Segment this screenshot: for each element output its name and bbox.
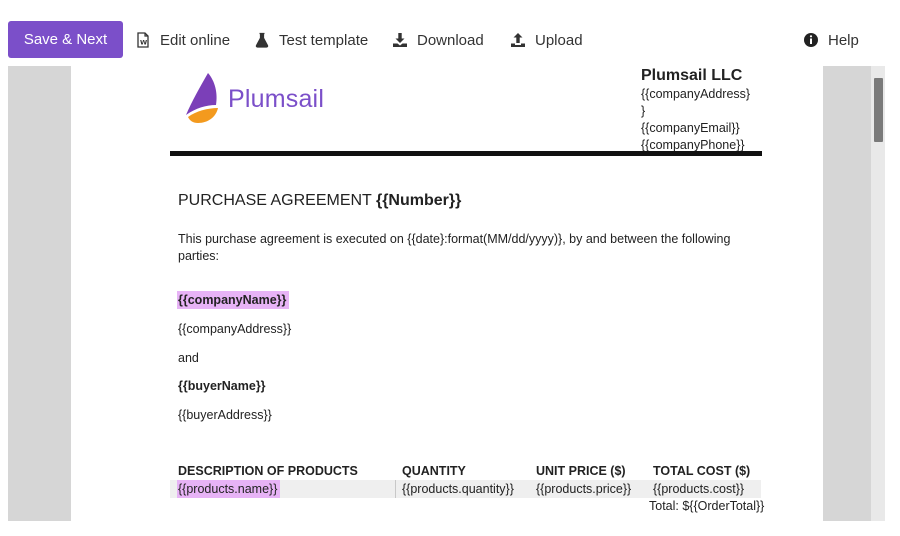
buyer-name-field: {{buyerName}} [178, 379, 266, 393]
order-total: Total: ${{OrderTotal}} [649, 499, 765, 513]
products-name-token: {{products.name}} [177, 480, 281, 498]
svg-text:W: W [140, 39, 147, 47]
download-label: Download [417, 31, 484, 49]
company-info: Plumsail LLC {{companyAddress} } {{compa… [641, 66, 750, 154]
buyer-address-field: {{buyerAddress}} [178, 408, 272, 422]
company-name-token: {{companyName}} [177, 291, 290, 309]
info-icon [803, 32, 819, 48]
table-column-divider [395, 480, 396, 498]
table-cell-cost: {{products.cost}} [653, 482, 745, 496]
download-icon [392, 32, 408, 48]
company-name-heading: Plumsail LLC [641, 67, 743, 84]
toolbar: Save & Next W Edit online Test template … [0, 0, 900, 64]
scrollbar-thumb[interactable] [874, 78, 883, 142]
title-prefix: PURCHASE AGREEMENT [178, 192, 376, 209]
title-token: {{Number}} [375, 192, 462, 209]
table-header-quantity: QUANTITY [402, 464, 466, 478]
help-label: Help [828, 31, 859, 49]
company-address-line1: {{companyAddress} [641, 87, 751, 101]
table-header-total-cost: TOTAL COST ($) [653, 464, 751, 478]
company-address-field: {{companyAddress}} [178, 322, 292, 336]
table-cell-quantity: {{products.quantity}} [402, 482, 514, 496]
logo-text: Plumsail [228, 85, 325, 113]
company-address-line2: } [641, 104, 646, 118]
help-button[interactable]: Help [803, 29, 859, 51]
upload-button[interactable]: Upload [510, 29, 583, 51]
vertical-scrollbar[interactable] [871, 66, 885, 521]
company-name-field: {{companyName}} [177, 291, 290, 309]
document-page: Plumsail Plumsail LLC {{companyAddress} … [71, 66, 823, 521]
table-cell-price: {{products.price}} [536, 482, 632, 496]
flask-icon [254, 32, 270, 48]
and-text: and [178, 351, 199, 365]
intro-paragraph: This purchase agreement is executed on {… [178, 232, 731, 263]
edit-online-button[interactable]: W Edit online [135, 29, 230, 51]
save-next-button[interactable]: Save & Next [8, 21, 123, 58]
word-document-icon: W [135, 32, 151, 48]
edit-online-label: Edit online [160, 31, 231, 49]
table-cell-name: {{products.name}} [177, 480, 281, 498]
download-button[interactable]: Download [392, 29, 484, 51]
table-header-unit-price: UNIT PRICE ($) [536, 464, 626, 478]
upload-label: Upload [535, 31, 583, 49]
table-header-description: DESCRIPTION OF PRODUCTS [178, 464, 358, 478]
company-email: {{companyEmail}} [641, 121, 740, 135]
document-viewer[interactable]: Plumsail Plumsail LLC {{companyAddress} … [8, 66, 885, 521]
test-template-button[interactable]: Test template [254, 29, 368, 51]
document-title: PURCHASE AGREEMENT {{Number}} [178, 192, 461, 210]
test-template-label: Test template [279, 31, 369, 49]
upload-icon [510, 32, 526, 48]
header-divider [170, 151, 762, 156]
